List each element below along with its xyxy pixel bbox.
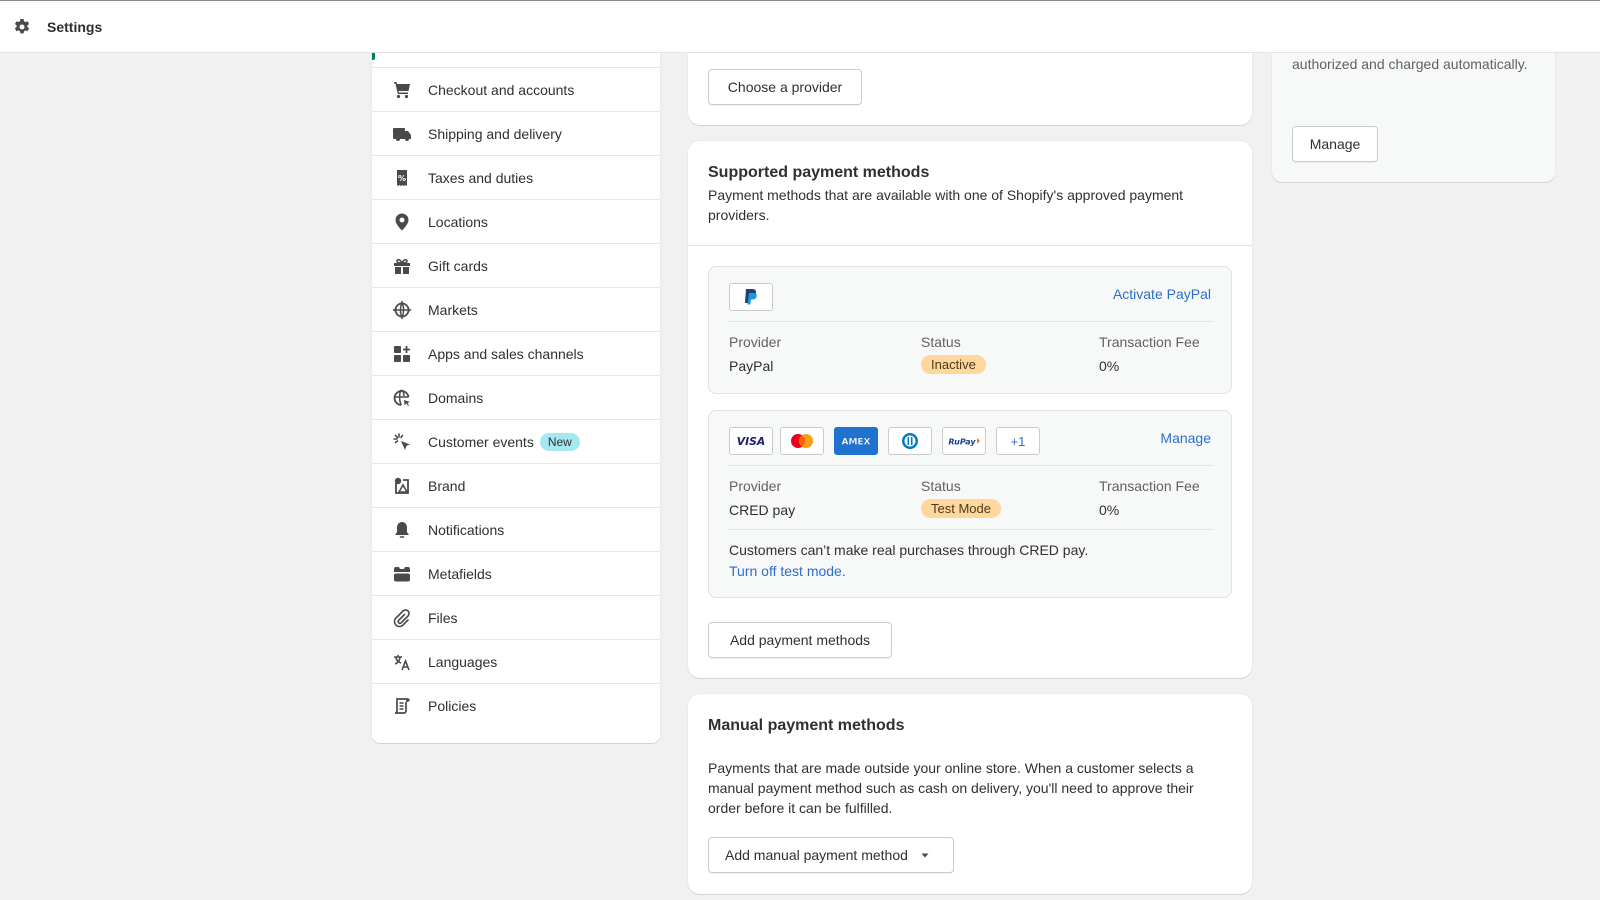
transaction-fee-label: Transaction Fee xyxy=(1099,478,1200,494)
provider-name: PayPal xyxy=(729,358,774,374)
supported-payment-methods-card: Supported payment methods Payment method… xyxy=(688,141,1252,678)
turn-off-test-mode-link[interactable]: Turn off test mode. xyxy=(729,563,846,579)
provider-label: Provider xyxy=(729,478,782,494)
location-pin-icon xyxy=(392,212,412,232)
section-title: Manual payment methods xyxy=(708,717,905,734)
activate-paypal-link[interactable]: Activate PayPal xyxy=(1113,286,1211,302)
sidebar-item-label: Gift cards xyxy=(428,258,488,274)
svg-text:RuPay: RuPay xyxy=(948,438,976,447)
page-title: Settings xyxy=(47,18,103,35)
provider-label: Provider xyxy=(729,334,782,350)
test-mode-note: Customers can’t make real purchases thro… xyxy=(729,542,1089,558)
sidebar-item-label: Brand xyxy=(428,478,466,494)
paypal-provider-box: Activate PayPal Provider Status Transact… xyxy=(708,266,1232,394)
button-label: Add manual payment method xyxy=(725,847,908,863)
svg-text:AMEX: AMEX xyxy=(841,438,870,448)
diners-club-logo xyxy=(888,427,932,455)
sidebar-item-metafields[interactable]: Metafields xyxy=(372,551,660,596)
sidebar-item-label: Locations xyxy=(428,214,488,230)
cursor-click-icon xyxy=(392,432,412,452)
sidebar-item-checkout[interactable]: Checkout and accounts xyxy=(372,67,660,112)
sidebar-item-label: Files xyxy=(428,610,458,626)
policy-scroll-icon xyxy=(392,696,412,716)
caret-down-icon xyxy=(920,850,930,860)
svg-text:VISA: VISA xyxy=(737,435,765,448)
sidebar-item-label: Domains xyxy=(428,390,484,406)
cart-icon xyxy=(392,80,412,100)
manage-capture-button[interactable]: Manage xyxy=(1292,126,1378,162)
sidebar-item-label: Customer events xyxy=(428,434,534,450)
truck-icon xyxy=(392,124,412,144)
divider xyxy=(729,321,1213,322)
settings-nav: Checkout and accounts Shipping and deliv… xyxy=(372,40,660,743)
transaction-fee-label: Transaction Fee xyxy=(1099,334,1200,350)
sidebar-item-label: Taxes and duties xyxy=(428,170,534,186)
sidebar-item-policies[interactable]: Policies xyxy=(372,683,660,728)
payment-capture-card: The customer's payment method is authori… xyxy=(1272,36,1555,182)
sidebar-item-label: Policies xyxy=(428,698,477,714)
visa-logo: VISA xyxy=(729,427,773,455)
rupay-logo: RuPay xyxy=(942,427,986,455)
new-badge: New xyxy=(539,433,580,451)
transaction-fee-value: 0% xyxy=(1099,358,1120,374)
sidebar-item-label: Checkout and accounts xyxy=(428,82,575,98)
divider xyxy=(729,529,1213,530)
sidebar-item-label: Languages xyxy=(428,654,498,670)
divider xyxy=(729,465,1213,466)
paypal-logo xyxy=(729,283,773,311)
sidebar-item-label: Markets xyxy=(428,302,478,318)
sidebar-item-brand[interactable]: Brand xyxy=(372,463,660,508)
globe-market-icon xyxy=(392,300,412,320)
section-title: Supported payment methods xyxy=(708,164,930,181)
add-manual-payment-method-button[interactable]: Add manual payment method xyxy=(708,837,954,873)
bell-icon xyxy=(392,520,412,540)
sidebar-item-label: Metafields xyxy=(428,566,492,582)
sidebar-item-customer-events[interactable]: Customer events New xyxy=(372,419,660,464)
more-logos-chip: +1 xyxy=(996,427,1040,455)
paperclip-icon xyxy=(392,608,412,628)
mastercard-logo xyxy=(780,427,824,455)
status-badge: Test Mode xyxy=(921,499,1001,518)
tax-receipt-icon: % xyxy=(392,168,412,188)
choose-provider-button[interactable]: Choose a provider xyxy=(708,69,862,105)
sidebar-item-files[interactable]: Files xyxy=(372,595,660,640)
sidebar-item-shipping[interactable]: Shipping and delivery xyxy=(372,111,660,156)
translate-icon xyxy=(392,652,412,672)
sidebar-item-label: Shipping and delivery xyxy=(428,126,562,142)
sidebar-item-domains[interactable]: Domains xyxy=(372,375,660,420)
brand-icon xyxy=(392,476,412,496)
cred-pay-provider-box: VISA AMEX RuPay +1 Manage Provider Statu… xyxy=(708,410,1232,598)
gear-icon xyxy=(12,17,32,37)
sidebar-item-label: Notifications xyxy=(428,522,505,538)
apps-icon xyxy=(392,344,412,364)
add-payment-methods-button[interactable]: Add payment methods xyxy=(708,622,892,658)
sidebar-item-languages[interactable]: Languages xyxy=(372,639,660,684)
top-bar: Settings xyxy=(0,0,1600,53)
gift-icon xyxy=(392,256,412,276)
section-description: Payments that are made outside your onli… xyxy=(708,760,1194,816)
sidebar-item-apps[interactable]: Apps and sales channels xyxy=(372,331,660,376)
manual-payment-methods-card: Manual payment methods Payments that are… xyxy=(688,694,1252,894)
manage-cred-link[interactable]: Manage xyxy=(1160,430,1211,446)
sidebar-item-taxes[interactable]: % Taxes and duties xyxy=(372,155,660,200)
metafields-icon xyxy=(392,564,412,584)
globe-domains-icon xyxy=(392,388,412,408)
amex-logo: AMEX xyxy=(834,427,878,455)
svg-text:%: % xyxy=(398,174,406,183)
more-count: +1 xyxy=(1010,433,1026,449)
sidebar-item-locations[interactable]: Locations xyxy=(372,199,660,244)
sidebar-item-gift-cards[interactable]: Gift cards xyxy=(372,243,660,288)
divider xyxy=(688,245,1252,246)
status-badge: Inactive xyxy=(921,355,986,374)
provider-name: CRED pay xyxy=(729,502,796,518)
section-description: Payment methods that are available with … xyxy=(708,187,1184,223)
transaction-fee-value: 0% xyxy=(1099,502,1120,518)
sidebar-item-markets[interactable]: Markets xyxy=(372,287,660,332)
status-label: Status xyxy=(921,478,961,494)
sidebar-item-notifications[interactable]: Notifications xyxy=(372,507,660,552)
status-label: Status xyxy=(921,334,961,350)
sidebar-item-label: Apps and sales channels xyxy=(428,346,584,362)
